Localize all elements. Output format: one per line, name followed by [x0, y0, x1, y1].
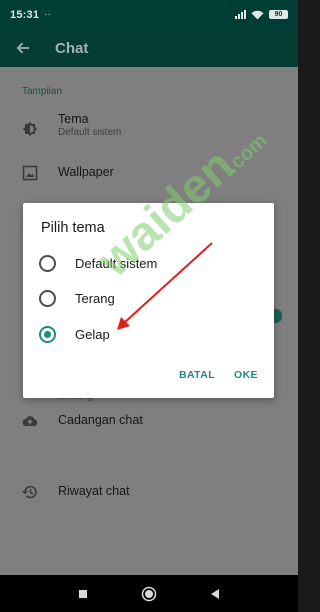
- ok-button[interactable]: OKE: [234, 369, 258, 381]
- radio-dark[interactable]: [39, 325, 56, 343]
- theme-option-light[interactable]: Terang: [39, 286, 115, 310]
- setting-chat-backup-text: Cadangan chat: [58, 413, 143, 427]
- setting-chat-history-text: Riwayat chat: [58, 484, 130, 498]
- theme-option-dark[interactable]: Gelap: [39, 322, 110, 346]
- status-icons: 90: [235, 10, 288, 20]
- radio-default-system[interactable]: [39, 254, 56, 272]
- battery-icon: 90: [269, 10, 288, 19]
- setting-wallpaper[interactable]: Wallpaper: [0, 161, 298, 185]
- recents-button[interactable]: [73, 584, 93, 604]
- page-title: Chat: [55, 39, 89, 57]
- setting-theme[interactable]: Tema Default sistem: [0, 112, 298, 146]
- triangle-back-icon: [211, 588, 219, 599]
- setting-chat-backup[interactable]: Cadangan chat: [0, 409, 298, 433]
- status-time: 15:31: [10, 8, 40, 21]
- arrow-back-icon[interactable]: [15, 40, 31, 56]
- radio-label-light: Terang: [75, 290, 115, 306]
- theme-option-default[interactable]: Default sistem: [39, 251, 157, 275]
- system-nav-bar: [0, 575, 298, 612]
- setting-chat-backup-title: Cadangan chat: [58, 413, 143, 427]
- app-bar: Chat: [0, 29, 298, 67]
- home-button[interactable]: [139, 584, 159, 604]
- setting-theme-title: Tema: [58, 112, 89, 126]
- wallpaper-icon: [22, 165, 38, 181]
- setting-wallpaper-title: Wallpaper: [58, 165, 114, 179]
- setting-chat-history[interactable]: Riwayat chat: [0, 480, 298, 504]
- status-bar: 15:31 ·· 90: [0, 0, 298, 29]
- setting-theme-subtitle: Default sistem: [58, 127, 122, 138]
- setting-wallpaper-text: Wallpaper: [58, 165, 114, 179]
- theme-icon: [23, 122, 37, 136]
- radio-light[interactable]: [39, 289, 56, 307]
- signal-icon: [235, 10, 246, 19]
- notification-dots-icon: ··: [44, 9, 51, 20]
- back-button[interactable]: [205, 584, 225, 604]
- setting-chat-history-title: Riwayat chat: [58, 484, 130, 498]
- cloud-upload-icon: [22, 416, 38, 426]
- cancel-button[interactable]: BATAL: [179, 369, 215, 381]
- wifi-icon: [251, 10, 264, 19]
- radio-label-default: Default sistem: [75, 255, 158, 271]
- circle-icon: [141, 586, 157, 601]
- radio-label-dark: Gelap: [75, 326, 110, 342]
- dialog-title: Pilih tema: [41, 220, 105, 236]
- section-header-display: Tampilan: [22, 86, 63, 97]
- history-icon: [22, 485, 37, 499]
- theme-picker-dialog: Pilih tema Default sistem Terang Gelap B…: [23, 203, 274, 398]
- setting-theme-text: Tema Default sistem: [58, 112, 121, 138]
- square-icon: [79, 589, 87, 598]
